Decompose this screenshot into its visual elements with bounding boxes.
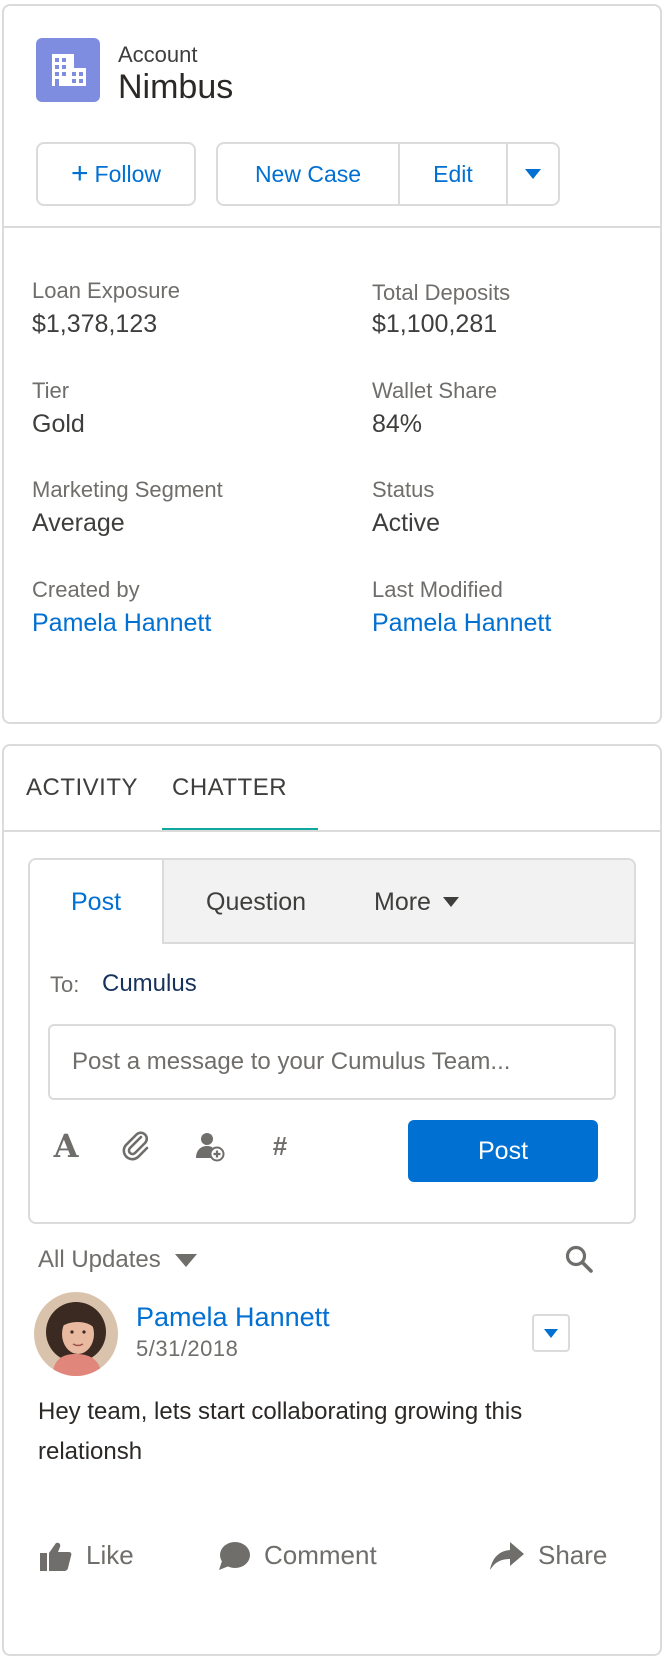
- publisher-tab-more[interactable]: More: [374, 860, 459, 944]
- more-actions-button[interactable]: [508, 144, 558, 204]
- tabs-divider: [4, 830, 660, 832]
- feed-filter-label: All Updates: [38, 1246, 161, 1273]
- marketing-segment-label: Marketing Segment: [32, 477, 223, 502]
- hashtag-icon[interactable]: #: [260, 1126, 300, 1166]
- loan-exposure-value: $1,378,123: [32, 310, 158, 338]
- publisher-tabs: Post Question More: [30, 860, 634, 944]
- avatar[interactable]: [34, 1292, 118, 1376]
- last-modified-label: Last Modified: [372, 577, 503, 602]
- record-actions-group: New Case Edit: [216, 142, 560, 206]
- total-deposits-label: Total Deposits: [372, 280, 511, 305]
- publisher-tab-post[interactable]: Post: [30, 860, 164, 944]
- mention-user-icon[interactable]: [190, 1126, 230, 1166]
- more-label: More: [374, 887, 431, 916]
- to-label: To:: [50, 972, 80, 997]
- comment-icon: [219, 1541, 250, 1570]
- post-menu-button[interactable]: [532, 1314, 570, 1352]
- object-type-label: Account: [118, 42, 198, 67]
- account-building-icon: [36, 38, 100, 102]
- share-button[interactable]: Share: [490, 1540, 607, 1571]
- attachment-icon[interactable]: [116, 1126, 156, 1166]
- header-divider: [4, 226, 660, 228]
- share-label: Share: [538, 1540, 608, 1570]
- follow-label: Follow: [94, 160, 161, 187]
- feed-filter-dropdown[interactable]: All Updates: [38, 1246, 197, 1274]
- created-by-link[interactable]: Pamela Hannett: [32, 609, 211, 638]
- status-value: Active: [372, 509, 441, 537]
- search-icon[interactable]: [564, 1244, 600, 1280]
- wallet-share-label: Wallet Share: [372, 378, 498, 403]
- text-format-glyph: A: [53, 1127, 79, 1165]
- publisher-tab-question[interactable]: Question: [206, 860, 306, 944]
- wallet-share-value: 84%: [372, 410, 423, 438]
- chevron-down-icon: [525, 169, 541, 179]
- tab-activity[interactable]: ACTIVITY: [26, 774, 138, 802]
- last-modified-link[interactable]: Pamela Hannett: [372, 609, 551, 638]
- to-recipient[interactable]: Cumulus: [102, 970, 197, 998]
- caret-down-icon: [174, 1253, 197, 1267]
- comment-label: Comment: [264, 1540, 377, 1570]
- comment-button[interactable]: Comment: [218, 1540, 377, 1571]
- post-body: Hey team, lets start collaborating growi…: [38, 1398, 523, 1465]
- post-date[interactable]: 5/31/2018: [136, 1336, 238, 1362]
- marketing-segment-value: Average: [32, 509, 125, 537]
- tier-label: Tier: [32, 378, 70, 403]
- plus-icon: +: [71, 157, 89, 190]
- like-icon: [40, 1542, 72, 1571]
- edit-button[interactable]: Edit: [400, 144, 508, 204]
- like-button[interactable]: Like: [40, 1540, 134, 1571]
- loan-exposure-label: Loan Exposure: [32, 278, 180, 303]
- created-by-label: Created by: [32, 577, 140, 602]
- post-button[interactable]: Post: [408, 1120, 598, 1182]
- follow-button[interactable]: + Follow: [36, 142, 196, 206]
- account-highlights-card: Account Nimbus + Follow New Case Edit Lo…: [2, 4, 662, 724]
- tier-value: Gold: [32, 410, 85, 438]
- chatter-publisher: Post Question More To: Cumulus Post a me…: [28, 858, 636, 1224]
- tab-chatter[interactable]: CHATTER: [172, 774, 287, 802]
- new-case-button[interactable]: New Case: [218, 144, 400, 204]
- chevron-down-icon: [544, 1328, 558, 1338]
- share-icon: [490, 1541, 524, 1570]
- status-label: Status: [372, 477, 435, 502]
- like-label: Like: [86, 1540, 134, 1570]
- caret-down-icon: [442, 897, 459, 907]
- activity-chatter-card: ACTIVITY CHATTER Post Question More To: …: [2, 744, 662, 1656]
- post-message-input[interactable]: Post a message to your Cumulus Team...: [48, 1024, 616, 1100]
- hashtag-glyph: #: [272, 1130, 288, 1161]
- total-deposits-value: $1,100,281: [372, 310, 498, 338]
- post-author-link[interactable]: Pamela Hannett: [136, 1302, 330, 1333]
- record-name: Nimbus: [118, 68, 234, 106]
- text-format-icon[interactable]: A: [46, 1126, 86, 1166]
